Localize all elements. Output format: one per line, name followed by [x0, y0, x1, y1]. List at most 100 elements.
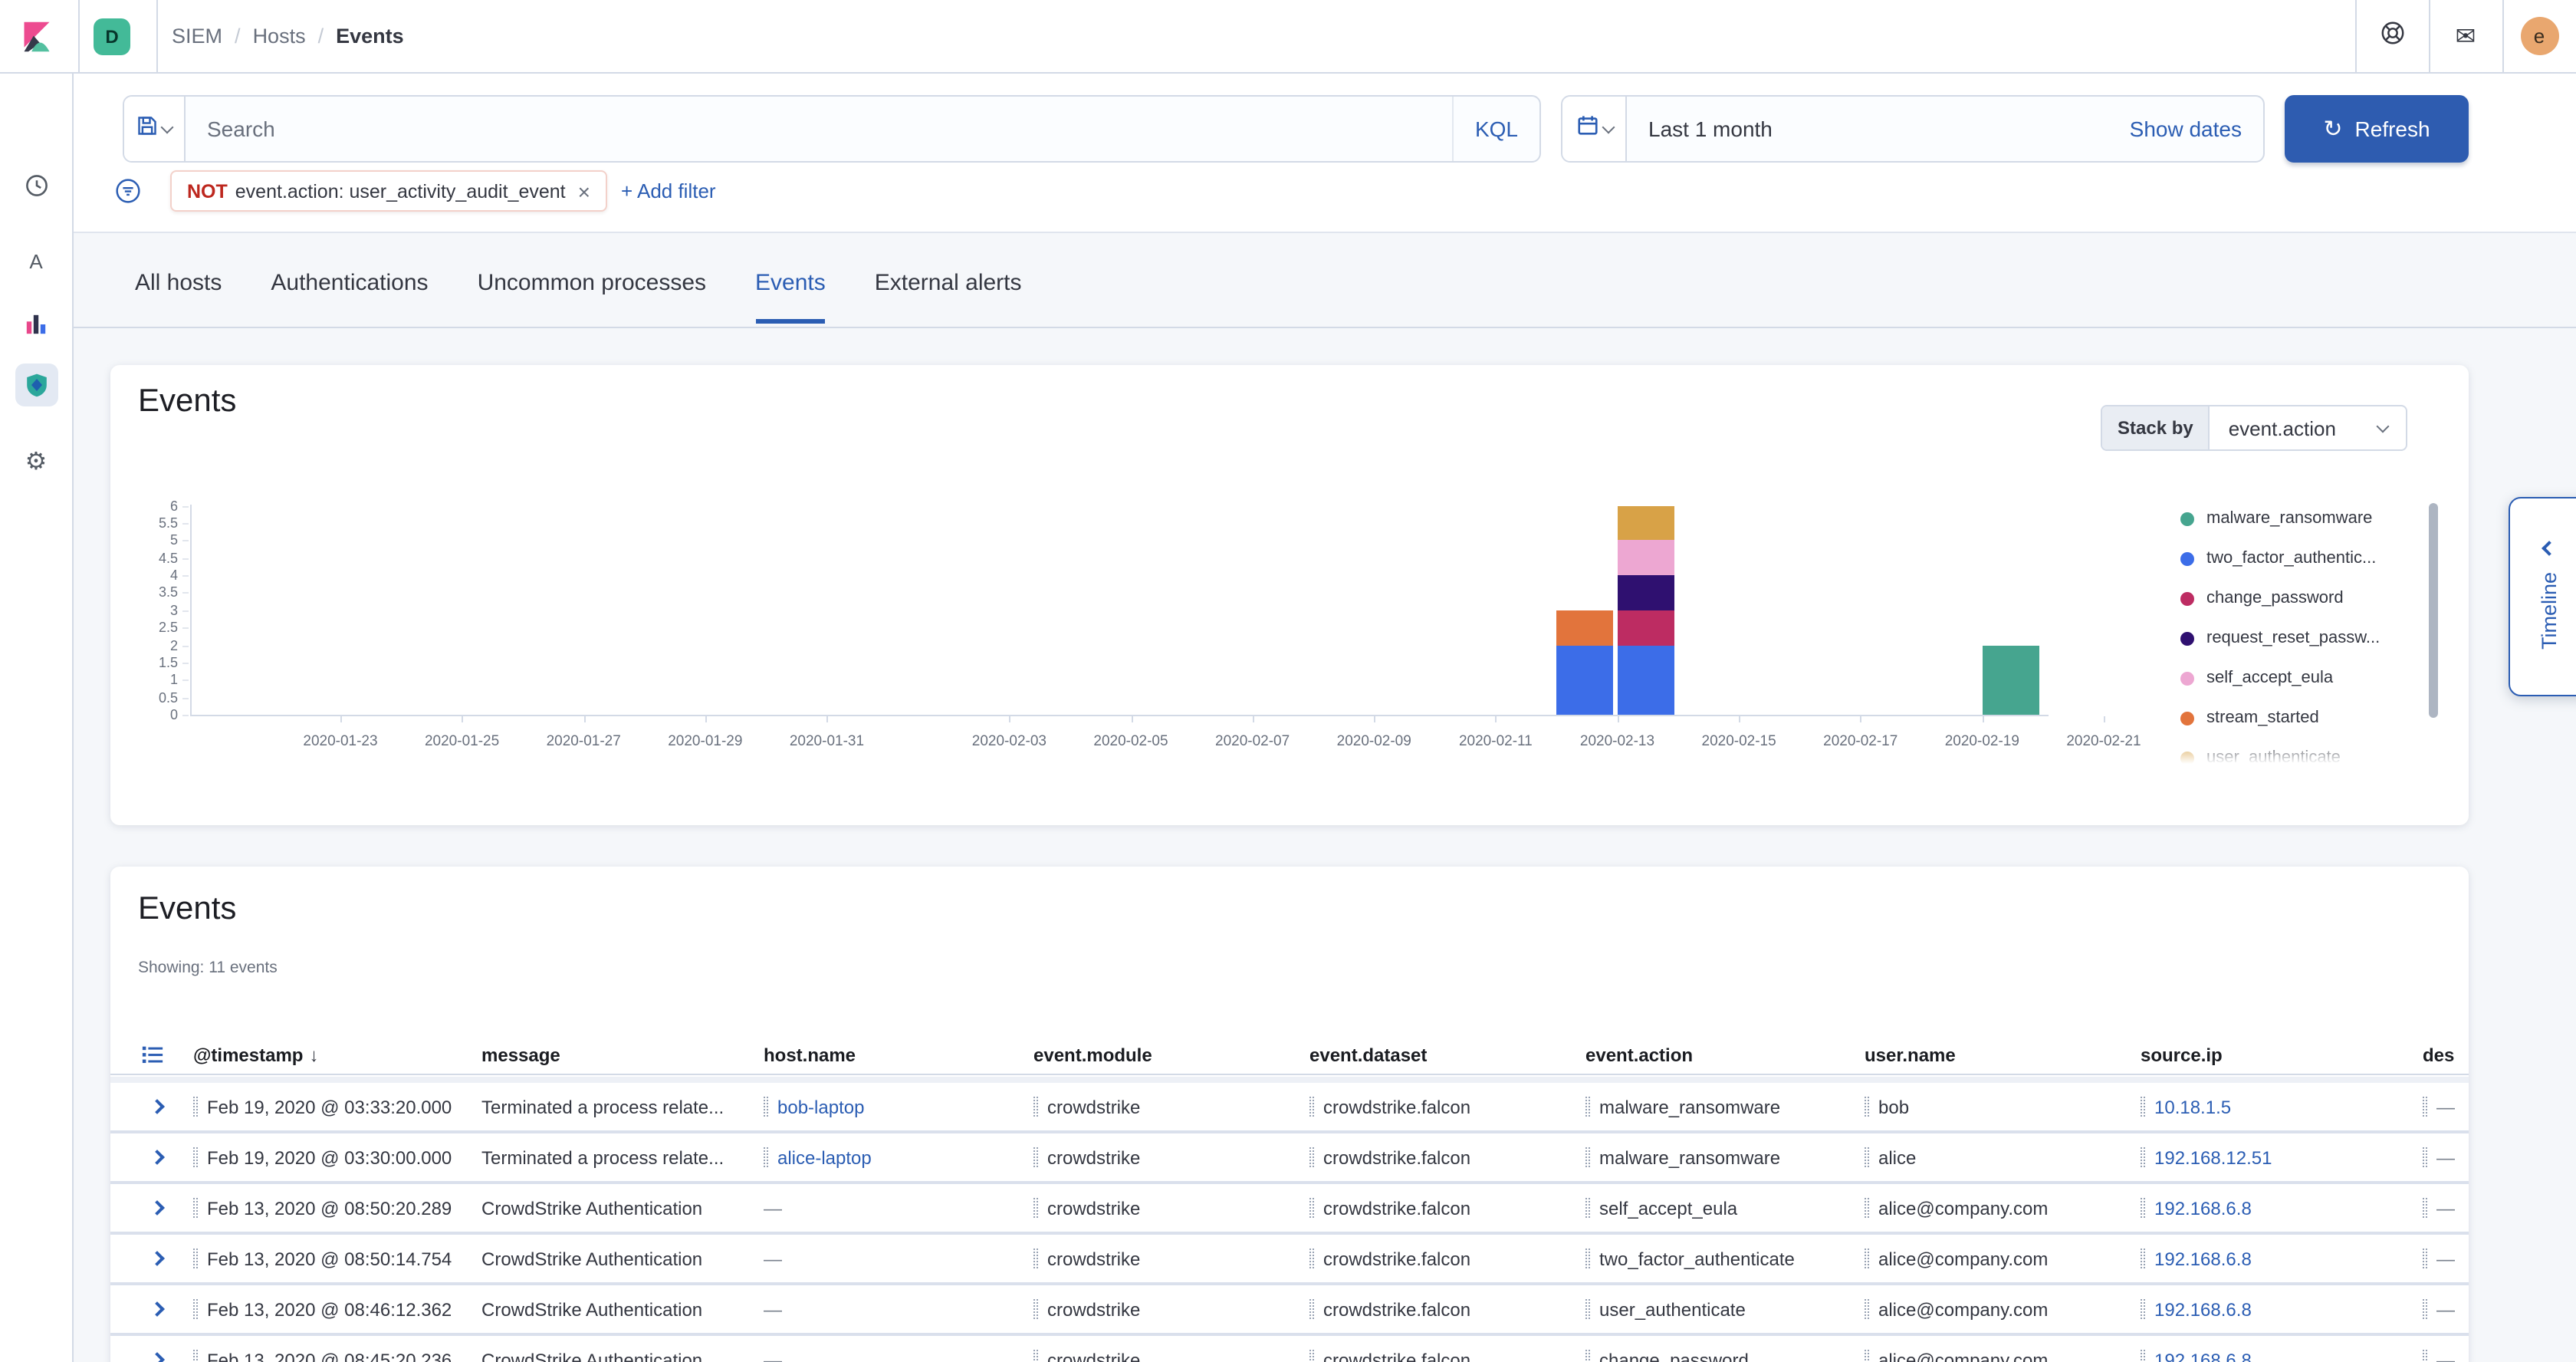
drag-handle[interactable]	[2423, 1198, 2427, 1218]
legend-item[interactable]: malware_ransomware	[2180, 503, 2372, 534]
drag-handle[interactable]	[2423, 1248, 2427, 1268]
drag-handle[interactable]	[1033, 1097, 1038, 1117]
chart-bar-segment[interactable]	[1618, 645, 1674, 715]
column-header-message[interactable]: message	[481, 1044, 764, 1065]
cell-text[interactable]: 192.168.6.8	[2154, 1248, 2252, 1269]
drag-handle[interactable]	[1865, 1350, 1869, 1362]
filter-pill[interactable]: NOT event.action: user_activity_audit_ev…	[170, 170, 607, 212]
drag-handle[interactable]	[1585, 1350, 1590, 1362]
chart-bar-segment[interactable]	[1618, 610, 1674, 646]
refresh-button[interactable]: ↻ Refresh	[2285, 95, 2469, 163]
drag-handle[interactable]	[1865, 1299, 1869, 1319]
chart-bar-segment[interactable]	[1982, 645, 2039, 715]
drag-handle[interactable]	[1585, 1097, 1590, 1117]
tab-events[interactable]: Events	[755, 270, 826, 324]
chart-bar-segment[interactable]	[1618, 575, 1674, 610]
drag-handle[interactable]	[1585, 1248, 1590, 1268]
drag-handle[interactable]	[1033, 1350, 1038, 1362]
drag-handle[interactable]	[1865, 1198, 1869, 1218]
saved-query-button[interactable]	[124, 97, 186, 161]
drag-handle[interactable]	[193, 1198, 198, 1218]
cell-text[interactable]: bob-laptop	[777, 1096, 864, 1117]
breadcrumb-siem[interactable]: SIEM	[172, 25, 222, 48]
drag-handle[interactable]	[1309, 1198, 1314, 1218]
cell-text[interactable]: 192.168.6.8	[2154, 1298, 2252, 1320]
newsfeed-button[interactable]: ✉	[2429, 0, 2502, 72]
expand-button[interactable]	[141, 1193, 172, 1223]
user-menu-button[interactable]: e	[2502, 0, 2576, 72]
expand-button[interactable]	[141, 1142, 172, 1173]
column-header--timestamp[interactable]: @timestamp↓	[193, 1044, 481, 1065]
drag-handle[interactable]	[1309, 1350, 1314, 1362]
drag-handle[interactable]	[1309, 1097, 1314, 1117]
add-filter-link[interactable]: + Add filter	[621, 170, 716, 212]
expand-button[interactable]	[141, 1091, 172, 1122]
legend-item[interactable]: request_reset_passw...	[2180, 623, 2380, 653]
help-button[interactable]	[2355, 0, 2429, 72]
drag-handle[interactable]	[764, 1097, 768, 1117]
column-header-event-action[interactable]: event.action	[1585, 1044, 1865, 1065]
tab-uncommon-processes[interactable]: Uncommon processes	[478, 270, 706, 324]
cell-text[interactable]: 192.168.6.8	[2154, 1197, 2252, 1219]
drag-handle[interactable]	[1865, 1147, 1869, 1167]
drag-handle[interactable]	[764, 1147, 768, 1167]
drag-handle[interactable]	[2423, 1097, 2427, 1117]
legend-item[interactable]: self_accept_eula	[2180, 663, 2333, 693]
drag-handle[interactable]	[193, 1097, 198, 1117]
time-range-value[interactable]: Last 1 month	[1648, 117, 1773, 141]
drag-handle[interactable]	[1585, 1147, 1590, 1167]
drag-handle[interactable]	[1033, 1248, 1038, 1268]
drag-handle[interactable]	[1585, 1299, 1590, 1319]
drag-handle[interactable]	[1309, 1248, 1314, 1268]
drag-handle[interactable]	[193, 1299, 198, 1319]
column-header-des[interactable]: des	[2423, 1044, 2469, 1065]
stack-by-select[interactable]: event.action	[2210, 406, 2406, 449]
drag-handle[interactable]	[2141, 1299, 2145, 1319]
drag-handle[interactable]	[2141, 1248, 2145, 1268]
drag-handle[interactable]	[193, 1248, 198, 1268]
kql-syntax-button[interactable]: KQL	[1452, 97, 1539, 161]
column-header-event-dataset[interactable]: event.dataset	[1309, 1044, 1585, 1065]
drag-handle[interactable]	[1865, 1248, 1869, 1268]
drag-handle[interactable]	[2423, 1350, 2427, 1362]
timeline-toggle[interactable]: Timeline	[2509, 497, 2576, 696]
column-header-user-name[interactable]: user.name	[1865, 1044, 2141, 1065]
legend-scrollbar[interactable]	[2429, 503, 2438, 718]
expand-button[interactable]	[141, 1344, 172, 1362]
drag-handle[interactable]	[1309, 1299, 1314, 1319]
drag-handle[interactable]	[2141, 1097, 2145, 1117]
breadcrumb-hosts[interactable]: Hosts	[253, 25, 306, 48]
drag-handle[interactable]	[2141, 1147, 2145, 1167]
cell-text[interactable]: 192.168.6.8	[2154, 1349, 2252, 1362]
drag-handle[interactable]	[1033, 1299, 1038, 1319]
drag-handle[interactable]	[193, 1147, 198, 1167]
drag-handle[interactable]	[2141, 1350, 2145, 1362]
sidebar-item-app-a[interactable]: A	[0, 233, 72, 288]
chart-bar-segment[interactable]	[1556, 610, 1613, 646]
expand-button[interactable]	[141, 1243, 172, 1274]
column-header-host-name[interactable]: host.name	[764, 1044, 1033, 1065]
chart-bar-segment[interactable]	[1556, 645, 1613, 715]
chart-bar-segment[interactable]	[1618, 505, 1674, 541]
close-icon[interactable]: ×	[578, 179, 590, 203]
drag-handle[interactable]	[1309, 1147, 1314, 1167]
show-dates-link[interactable]: Show dates	[2130, 117, 2242, 141]
drag-handle[interactable]	[2423, 1147, 2427, 1167]
kibana-logo-icon[interactable]	[20, 20, 54, 54]
drag-handle[interactable]	[2423, 1299, 2427, 1319]
cell-text[interactable]: 10.18.1.5	[2154, 1096, 2231, 1117]
drag-handle[interactable]	[2141, 1198, 2145, 1218]
legend-item[interactable]: two_factor_authentic...	[2180, 543, 2376, 574]
column-header-source-ip[interactable]: source.ip	[2141, 1044, 2423, 1065]
drag-handle[interactable]	[1865, 1097, 1869, 1117]
tab-all-hosts[interactable]: All hosts	[135, 270, 222, 324]
space-badge[interactable]: D	[94, 18, 130, 55]
tab-external-alerts[interactable]: External alerts	[875, 270, 1022, 324]
search-input[interactable]	[207, 117, 1452, 141]
chart-bar-segment[interactable]	[1618, 541, 1674, 576]
tab-authentications[interactable]: Authentications	[271, 270, 428, 324]
drag-handle[interactable]	[193, 1350, 198, 1362]
sidebar-item-siem[interactable]	[0, 357, 72, 413]
drag-handle[interactable]	[1033, 1147, 1038, 1167]
filter-menu-button[interactable]	[115, 178, 141, 212]
